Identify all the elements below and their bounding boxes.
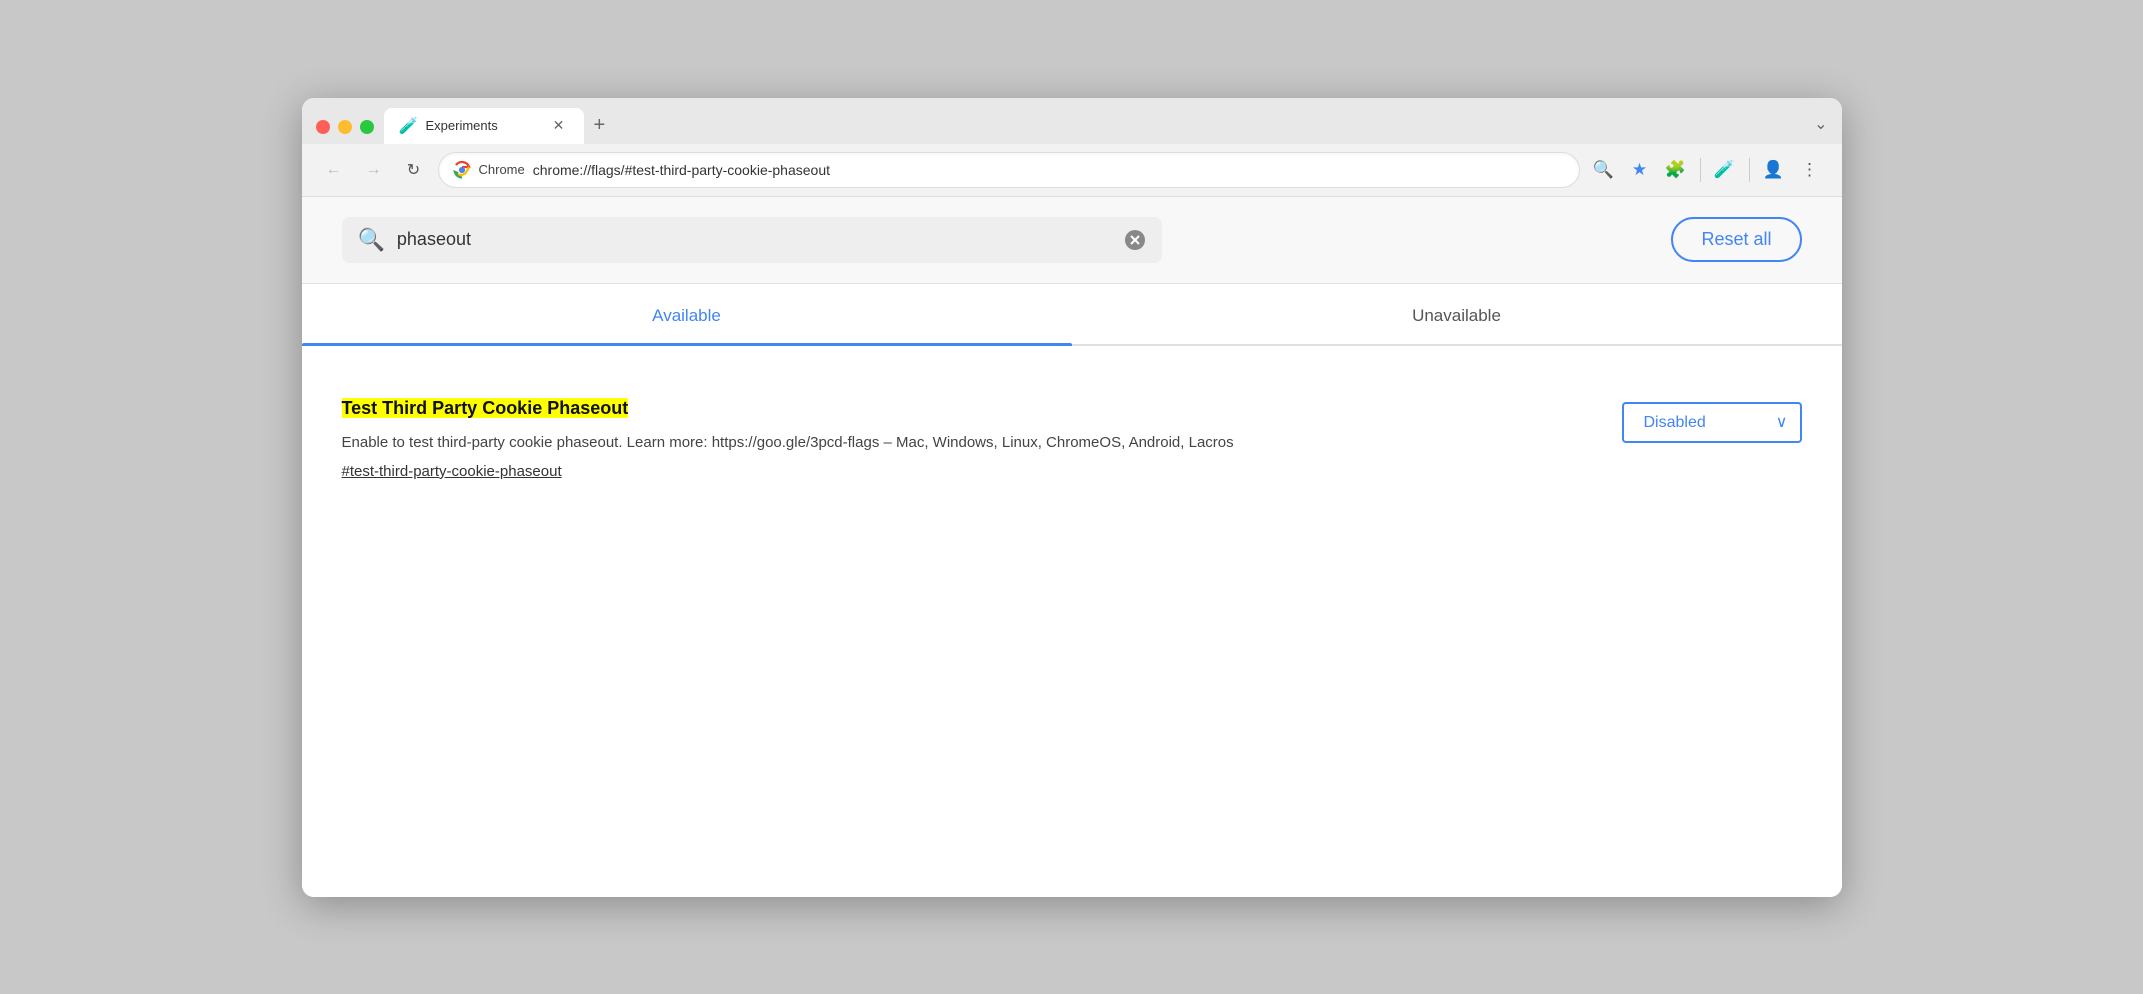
tab-available[interactable]: Available [302,284,1072,344]
toolbar-icons: 🔍 ★ 🧩 🧪 👤 ⋮ [1588,154,1826,186]
flag-control: Default Enabled Disabled [1602,396,1802,443]
flags-header: 🔍 Reset all [302,197,1842,284]
chrome-logo-icon [453,161,471,179]
maximize-traffic-light[interactable] [360,120,374,134]
search-button[interactable]: 🔍 [1588,154,1620,186]
back-button[interactable]: ← [318,154,350,186]
clear-search-button[interactable] [1124,229,1146,251]
extensions-button[interactable]: 🧩 [1660,154,1692,186]
flags-list: Test Third Party Cookie Phaseout Enable … [302,346,1842,530]
flag-anchor-link[interactable]: #test-third-party-cookie-phaseout [342,463,1562,480]
minimize-traffic-light[interactable] [338,120,352,134]
chrome-label: Chrome [479,162,525,177]
tab-expand-button[interactable]: ⌄ [1814,114,1827,144]
close-traffic-light[interactable] [316,120,330,134]
flags-tabs: Available Unavailable [302,284,1842,346]
experiments-toolbar-button[interactable]: 🧪 [1709,154,1741,186]
flag-select[interactable]: Default Enabled Disabled [1622,402,1802,443]
traffic-lights [316,120,374,144]
forward-button[interactable]: → [358,154,390,186]
clear-icon [1124,229,1146,251]
content-area: 🔍 Reset all Available Unavailable [302,197,1842,897]
flag-info: Test Third Party Cookie Phaseout Enable … [342,396,1562,480]
tab-close-button[interactable]: ✕ [550,117,568,135]
flag-title: Test Third Party Cookie Phaseout [342,398,629,418]
title-bar: 🧪 Experiments ✕ + ⌄ [302,98,1842,144]
toolbar-divider-2 [1749,158,1750,182]
toolbar-divider [1700,158,1701,182]
url-display: chrome://flags/#test-third-party-cookie-… [533,162,1565,178]
profile-button[interactable]: 👤 [1758,154,1790,186]
search-box: 🔍 [342,217,1162,263]
bookmark-button[interactable]: ★ [1624,154,1656,186]
flag-description: Enable to test third-party cookie phaseo… [342,431,1562,455]
flag-item: Test Third Party Cookie Phaseout Enable … [342,376,1802,500]
new-tab-button[interactable]: + [584,108,616,144]
browser-window: 🧪 Experiments ✕ + ⌄ ← → ↻ Chrome chrome:… [302,98,1842,897]
reset-all-button[interactable]: Reset all [1671,217,1801,262]
active-tab[interactable]: 🧪 Experiments ✕ [384,108,584,144]
tab-unavailable[interactable]: Unavailable [1072,284,1842,344]
address-bar[interactable]: Chrome chrome://flags/#test-third-party-… [438,152,1580,188]
menu-button[interactable]: ⋮ [1794,154,1826,186]
tabs-area: 🧪 Experiments ✕ + [384,108,1815,144]
toolbar: ← → ↻ Chrome chrome://flags/#test-third-… [302,144,1842,197]
flag-select-wrapper: Default Enabled Disabled [1622,402,1802,443]
tab-title: Experiments [426,118,542,133]
flags-search-input[interactable] [397,229,1112,250]
search-icon: 🔍 [358,227,385,253]
refresh-button[interactable]: ↻ [398,154,430,186]
tab-favicon: 🧪 [400,117,418,135]
